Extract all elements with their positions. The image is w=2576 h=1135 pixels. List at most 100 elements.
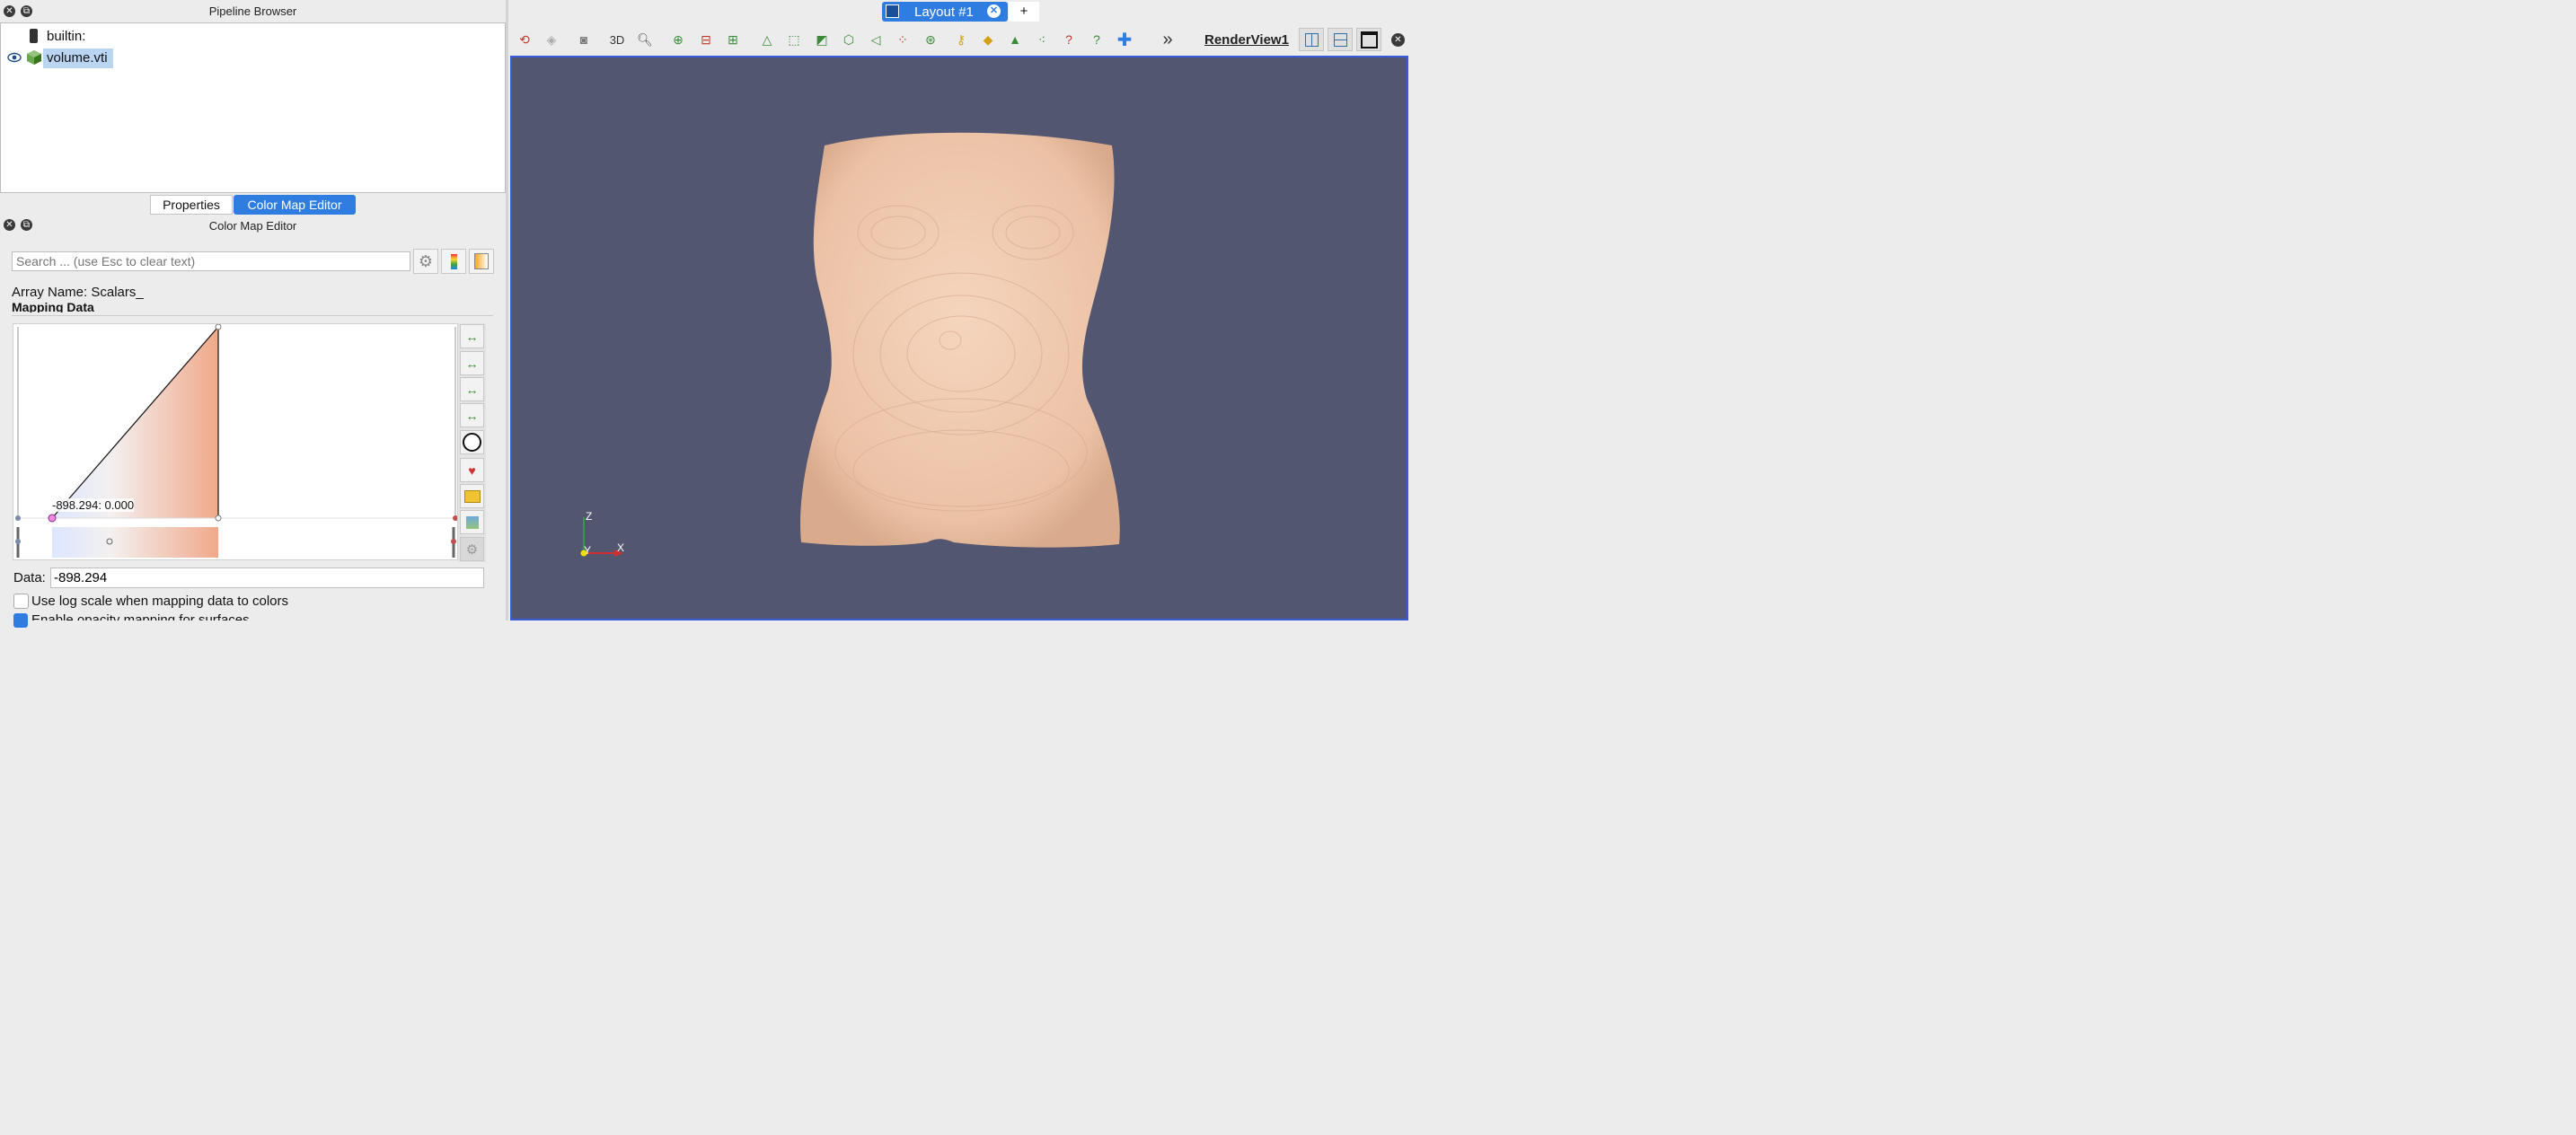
opacity-mapping-checkbox[interactable] (13, 613, 28, 628)
toggle-3d-button[interactable]: 3D (604, 28, 630, 51)
invert-transfer-button[interactable] (460, 430, 484, 454)
tree-item-label: builtin: (47, 29, 86, 44)
clear-selection-button[interactable]: ✚ (1112, 28, 1137, 51)
search-input[interactable] (12, 251, 410, 271)
data-value-input[interactable] (50, 568, 484, 588)
select-points-button[interactable]: ⁖ (1029, 28, 1054, 51)
color-strip[interactable] (52, 527, 218, 558)
tab-color-map-editor[interactable]: Color Map Editor (234, 195, 356, 215)
cube-extract-icon: ◆ (983, 31, 993, 47)
color-legend-icon (450, 253, 457, 269)
tab-layout-1[interactable]: Layout #1 ✕ (882, 2, 1008, 22)
hover-cells-button[interactable]: ? (1056, 28, 1081, 51)
gear-icon: ⚙ (465, 541, 479, 558)
range-end-point[interactable] (453, 515, 457, 521)
magnifier-icon: 🔍︎ (637, 31, 653, 47)
select-block-button[interactable]: ◩ (809, 28, 834, 51)
render-view[interactable]: Z Y X (510, 56, 1408, 620)
plus-icon: ✚ (1116, 30, 1133, 50)
toolbar-overflow-button[interactable]: » (1155, 28, 1180, 51)
opacity-transfer-function-editor[interactable]: -898.294: 0.000 (13, 323, 458, 560)
split-horizontal-button[interactable] (1299, 28, 1324, 51)
panel-tab-bar: Properties Color Map Editor (0, 193, 506, 216)
toggle-selection-icon: ⊞ (728, 31, 738, 47)
rescale-over-time-button[interactable]: ↔ (460, 377, 484, 401)
interactive-select-icon: ⁘ (897, 31, 908, 47)
reset-camera-closest-button[interactable]: ⟲ (512, 28, 537, 51)
view-toolbar: ⟲ ◈ ◙ 3D 🔍︎ ⊕ ⊟ ⊞ △ ⬚ ◩ ⬡ ◁ ⁘ ⊛ ⚷ ◆ ▲ ⁖ … (508, 26, 1408, 54)
rescale-to-data-range-button[interactable]: ↔ (460, 324, 484, 348)
extract-selection-button[interactable]: ◆ (975, 28, 1001, 51)
color-legend-button[interactable] (441, 249, 466, 274)
color-map-editor-header: ✕ ⧉ Color Map Editor (0, 216, 506, 234)
triangle-icon: ▲ (1009, 32, 1021, 47)
eye-visibility-icon[interactable] (7, 51, 22, 66)
color-map-image-button[interactable] (460, 510, 484, 534)
interactive-select-button[interactable]: ⁘ (890, 28, 915, 51)
tree-item-volume[interactable]: volume.vti (1, 48, 504, 68)
polygon-points-icon: ◁ (870, 31, 881, 47)
folder-icon (463, 489, 481, 503)
cube-icon (26, 49, 42, 69)
data-label: Data: (13, 570, 46, 585)
camera-undo-button[interactable]: ◈ (539, 28, 564, 51)
opacity-control-point[interactable] (215, 324, 222, 330)
subtract-selection-button[interactable]: ⊟ (693, 28, 719, 51)
opacity-control-point[interactable] (215, 515, 222, 522)
layout-tab-bar: Layout #1 ✕ + (508, 0, 1408, 25)
zoom-to-box-button[interactable]: 🔍︎ (632, 28, 657, 51)
select-through-icon: ⬚ (788, 31, 800, 47)
key-icon: ⚷ (956, 31, 966, 47)
select-points-polygon-button[interactable]: ◁ (863, 28, 888, 51)
capture-screenshot-button[interactable]: ◙ (571, 28, 596, 51)
image-icon (465, 515, 479, 529)
add-layout-tab-button[interactable]: + (1009, 2, 1039, 22)
select-points-through-button[interactable]: ⬚ (781, 28, 807, 51)
choose-preset-button[interactable]: ♥ (460, 458, 484, 482)
tab-properties[interactable]: Properties (150, 195, 233, 215)
axis-label-y: Y (584, 544, 592, 557)
advanced-settings-button[interactable]: ⚙ (460, 537, 484, 561)
select-points-on-button[interactable]: △ (754, 28, 780, 51)
gear-icon: ⚙ (418, 251, 434, 270)
toggle-selection-button[interactable]: ⊞ (720, 28, 745, 51)
invert-icon (463, 433, 481, 452)
rescale-time-icon: ↔ (465, 382, 479, 397)
select-cells-on-button[interactable]: ⊕ (666, 28, 691, 51)
server-icon (30, 29, 38, 43)
axis-label-x: X (617, 541, 625, 554)
panel-splitter[interactable] (506, 0, 508, 620)
opacity-control-point[interactable] (48, 514, 57, 523)
save-preset-button[interactable] (460, 484, 484, 508)
range-end-point[interactable] (451, 539, 456, 544)
array-name-label: Array Name: Scalars_ (12, 285, 144, 300)
pipeline-browser-header: ✕ ⧉ Pipeline Browser (0, 0, 506, 22)
camera-icon: ◙ (579, 32, 588, 47)
close-tab-icon[interactable]: ✕ (987, 4, 1001, 18)
maximize-view-button[interactable] (1356, 28, 1381, 51)
rescale-to-custom-range-button[interactable]: ↔ (460, 351, 484, 375)
range-end-point[interactable] (15, 539, 21, 544)
select-cells-polygon-button[interactable]: ⬡ (836, 28, 861, 51)
minus-selection-icon: ⊟ (701, 31, 711, 47)
control-point-tooltip: -898.294: 0.000 (52, 498, 135, 512)
edit-color-map-button[interactable] (469, 249, 494, 274)
split-vertical-button[interactable] (1328, 28, 1353, 51)
pipeline-tree[interactable]: builtin: volume.vti (0, 22, 506, 193)
select-cells-icon: ⊕ (673, 31, 684, 47)
color-control-point[interactable] (106, 538, 113, 545)
hover-points-button[interactable]: ⊛ (918, 28, 943, 51)
hover-select-icon: ⊛ (925, 31, 936, 47)
rescale-visible-range-button[interactable]: ↔ (460, 403, 484, 427)
rescale-visible-icon: ↔ (465, 408, 479, 423)
layout-tab-label: Layout #1 (914, 4, 974, 20)
tree-item-builtin[interactable]: builtin: (1, 27, 504, 47)
close-view-icon[interactable]: ✕ (1391, 33, 1405, 47)
hover-cells-info-button[interactable]: ? (1084, 28, 1109, 51)
log-scale-checkbox[interactable] (13, 594, 29, 609)
range-end-point[interactable] (15, 515, 21, 521)
split-horizontal-icon (1304, 32, 1319, 47)
settings-gear-button[interactable]: ⚙ (413, 249, 438, 274)
shrink-selection-button[interactable]: ▲ (1002, 28, 1028, 51)
grow-selection-button[interactable]: ⚷ (948, 28, 974, 51)
